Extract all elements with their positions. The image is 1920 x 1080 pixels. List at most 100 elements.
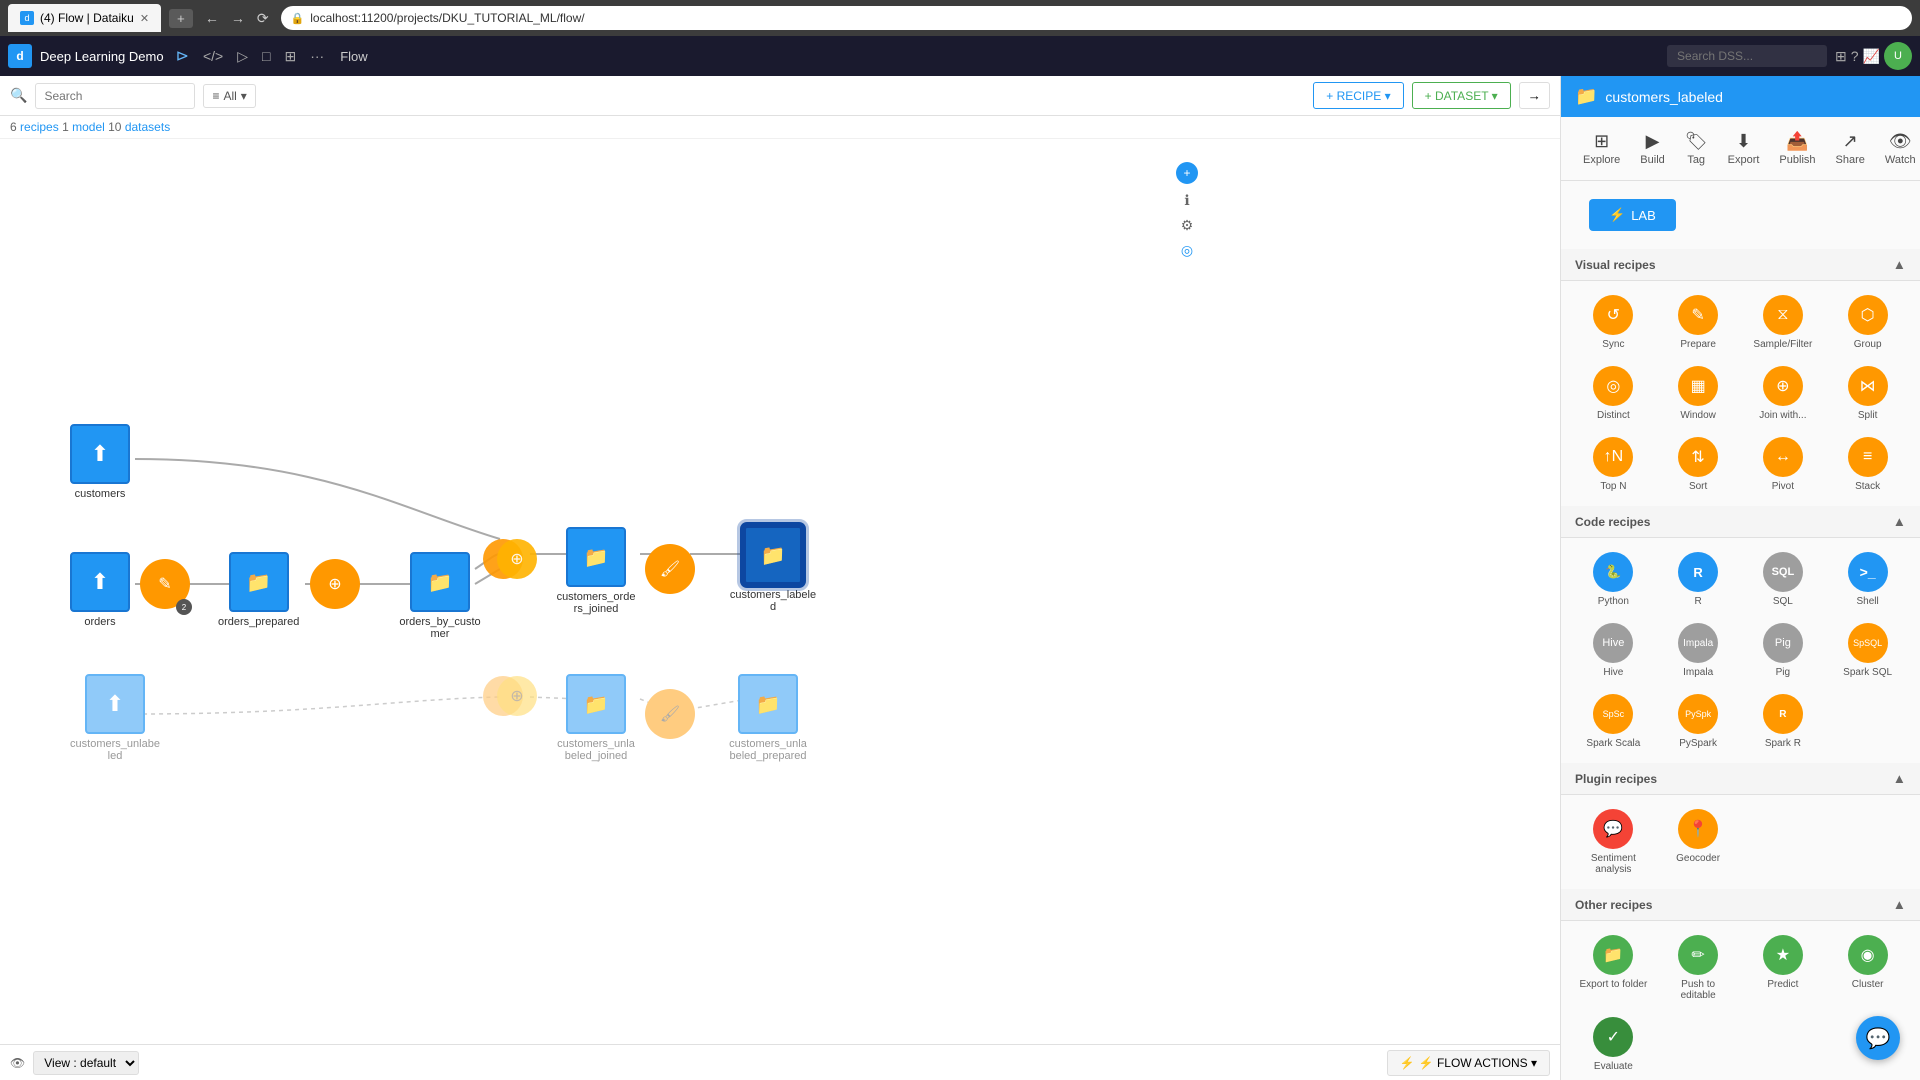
recipe-distinct[interactable]: ◎ Distinct: [1575, 362, 1652, 425]
new-tab-button[interactable]: +: [169, 9, 193, 28]
geocoder-label: Geocoder: [1676, 853, 1720, 864]
recipe-predict[interactable]: ★ Predict: [1745, 931, 1822, 1005]
recipe-sync[interactable]: ↺ Sync: [1575, 291, 1652, 354]
forward-button[interactable]: →: [227, 8, 249, 28]
grid-icon[interactable]: ⊞: [1835, 42, 1847, 70]
plugin-recipes-collapse[interactable]: ▲: [1893, 771, 1906, 786]
recipe-evaluate[interactable]: ✓ Evaluate: [1575, 1013, 1652, 1076]
models-link[interactable]: model: [72, 120, 108, 134]
datasets-count: 10: [108, 120, 121, 134]
tab-close-icon[interactable]: ✕: [140, 12, 149, 25]
node-customers-labeled[interactable]: 📁 customers_labeled: [728, 525, 818, 613]
nav-more[interactable]: ···: [304, 44, 330, 68]
publish-button[interactable]: 📤 Publish: [1771, 127, 1823, 170]
lab-button[interactable]: ⚡ LAB: [1589, 199, 1676, 231]
recipe-top-n[interactable]: ↑N Top N: [1575, 433, 1652, 496]
recipe-cluster[interactable]: ◉ Cluster: [1829, 931, 1906, 1005]
node-recipe2[interactable]: ⊕: [310, 559, 360, 609]
chart-icon[interactable]: 📈: [1863, 42, 1880, 70]
recipes-link[interactable]: recipes: [20, 120, 62, 134]
add-dataset-button[interactable]: + DATASET ▾: [1412, 82, 1511, 109]
export-button[interactable]: ⬇ Export: [1720, 127, 1768, 170]
tag-button[interactable]: 🏷 Tag: [1677, 127, 1716, 170]
arrow-button[interactable]: →: [1519, 82, 1550, 109]
node-box-customers: ⬆: [70, 424, 130, 484]
nav-deploy[interactable]: ⊞: [278, 44, 302, 69]
recipe-stack[interactable]: ≡ Stack: [1829, 433, 1906, 496]
recipe-pivot[interactable]: ↔ Pivot: [1745, 433, 1822, 496]
add-node-button[interactable]: +: [1176, 162, 1198, 184]
recipe-group[interactable]: ⬡ Group: [1829, 291, 1906, 354]
chat-bubble[interactable]: 💬: [1856, 1016, 1900, 1060]
hive-icon: Hive: [1593, 623, 1633, 663]
recipe-push-editable[interactable]: ✏ Push to editable: [1660, 931, 1737, 1005]
search-dss-input[interactable]: [1667, 45, 1827, 67]
recipe-join-with[interactable]: ⊕ Join with...: [1745, 362, 1822, 425]
build-button[interactable]: ▶ Build: [1632, 127, 1672, 170]
recipe-sort[interactable]: ⇅ Sort: [1660, 433, 1737, 496]
recipe-shell[interactable]: >_ Shell: [1829, 548, 1906, 611]
flow-canvas[interactable]: ⬆ customers ⬆ orders ✎ 2 �: [0, 139, 1560, 1063]
node-orders-by-customer[interactable]: 📁 orders_by_customer: [395, 552, 485, 640]
node-join-recipe2[interactable]: ⊕: [483, 671, 537, 721]
flow-actions-button[interactable]: ⚡ ⚡ FLOW ACTIONS ▾: [1387, 1050, 1550, 1076]
nav-run[interactable]: ▷: [231, 44, 254, 69]
recipe-pyspark[interactable]: PySpk PySpark: [1660, 690, 1737, 753]
node-join-recipe[interactable]: ⊕: [483, 534, 537, 584]
filter-button[interactable]: ≡ All ▾: [203, 84, 255, 108]
recipe-sql[interactable]: SQL SQL: [1745, 548, 1822, 611]
explore-button[interactable]: ⊞ Explore: [1575, 127, 1628, 170]
visual-recipes-collapse[interactable]: ▲: [1893, 257, 1906, 272]
settings-icon[interactable]: ⚙: [1181, 217, 1194, 234]
recipe-window[interactable]: ▦ Window: [1660, 362, 1737, 425]
address-bar[interactable]: 🔒 localhost:11200/projects/DKU_TUTORIAL_…: [281, 6, 1912, 30]
recipe-hive[interactable]: Hive Hive: [1575, 619, 1652, 682]
help-icon[interactable]: ?: [1851, 42, 1859, 70]
export-icon: ⬇: [1736, 131, 1751, 152]
node-customers-unlab-joined[interactable]: 📁 customers_unlabeled_joined: [556, 674, 636, 762]
recipe-python[interactable]: 🐍 Python: [1575, 548, 1652, 611]
add-recipe-button[interactable]: + RECIPE ▾: [1313, 82, 1403, 109]
datasets-link[interactable]: datasets: [125, 120, 170, 134]
recipe-sentiment-analysis[interactable]: 💬 Sentiment analysis: [1575, 805, 1652, 879]
view-select[interactable]: View : default: [33, 1051, 139, 1075]
recipe-geocoder[interactable]: 📍 Geocoder: [1660, 805, 1737, 879]
back-button[interactable]: ←: [201, 8, 223, 28]
recipe-export-folder[interactable]: 📁 Export to folder: [1575, 931, 1652, 1005]
view-icon: 👁: [10, 1056, 25, 1070]
code-recipes-collapse[interactable]: ▲: [1893, 514, 1906, 529]
recipe-spark-scala[interactable]: SpSc Spark Scala: [1575, 690, 1652, 753]
recipe-r[interactable]: R R: [1660, 548, 1737, 611]
recipe-sample-filter[interactable]: ⧖ Sample/Filter: [1745, 291, 1822, 354]
node-orders[interactable]: ⬆ orders: [70, 552, 130, 628]
node-customers-unlabeled[interactable]: ⬆ customers_unlabeled: [70, 674, 160, 762]
node-orders-prepared[interactable]: 📁 orders_prepared: [218, 552, 299, 628]
recipe-impala[interactable]: Impala Impala: [1660, 619, 1737, 682]
recipe-prepare[interactable]: ✎ Prepare: [1660, 291, 1737, 354]
node-box-unlab-joined: 📁: [566, 674, 626, 734]
node-prepare-recipe2[interactable]: 🖌: [645, 689, 695, 739]
share-button[interactable]: ↗ Share: [1828, 127, 1873, 170]
node-customers-unlab-prepared[interactable]: 📁 customers_unlabeled_prepared: [728, 674, 808, 762]
recipe-spark-r[interactable]: R Spark R: [1745, 690, 1822, 753]
target-icon[interactable]: ◎: [1181, 242, 1193, 259]
info-icon[interactable]: ℹ: [1184, 192, 1189, 209]
other-recipes-collapse[interactable]: ▲: [1893, 897, 1906, 912]
recipe-split[interactable]: ⋈ Split: [1829, 362, 1906, 425]
distinct-label: Distinct: [1597, 410, 1630, 421]
recipe-spark-sql[interactable]: SpSQL Spark SQL: [1829, 619, 1906, 682]
search-input[interactable]: [35, 83, 195, 109]
node-customers[interactable]: ⬆ customers: [70, 424, 130, 500]
nav-home[interactable]: ⊳: [170, 42, 195, 70]
refresh-button[interactable]: ⟳: [253, 8, 273, 29]
sync-icon: ↺: [1593, 295, 1633, 335]
node-prepare-recipe[interactable]: 🖌: [645, 544, 695, 594]
user-avatar[interactable]: U: [1884, 42, 1912, 70]
browser-tab[interactable]: d (4) Flow | Dataiku ✕: [8, 4, 161, 32]
recipe-pig[interactable]: Pig Pig: [1745, 619, 1822, 682]
nav-code[interactable]: </>: [197, 44, 229, 68]
node-customers-orders-joined[interactable]: 📁 customers_orders_joined: [556, 527, 636, 615]
node-recipe1[interactable]: ✎ 2: [140, 559, 190, 609]
nav-commit[interactable]: □: [256, 44, 276, 68]
watch-button[interactable]: 👁 Watch: [1877, 127, 1920, 170]
